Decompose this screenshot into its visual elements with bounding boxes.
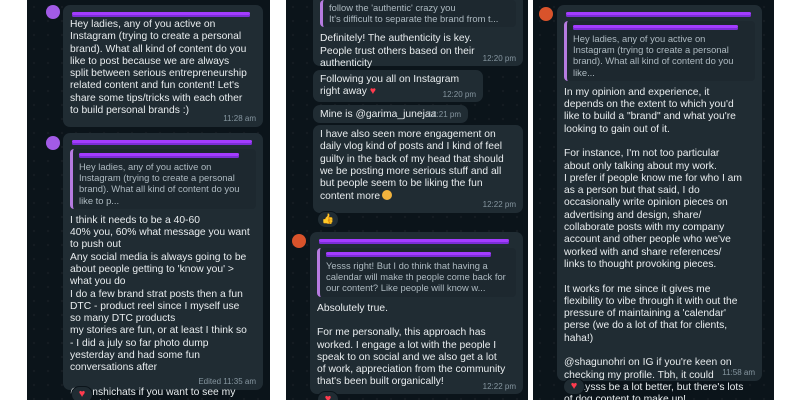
quoted-text: Hey ladies, any of you active on Instagr… — [79, 161, 240, 206]
quoted-reply[interactable]: Hey ladies, any of you active on Instagr… — [70, 149, 256, 209]
message-bubble[interactable]: Mine is @garima_junejaa 12:21 pm — [313, 105, 468, 123]
sender-avatar[interactable] — [46, 5, 60, 19]
message-text: Absolutely true. For me personally, this… — [317, 302, 506, 388]
message-bubble[interactable]: Hey ladies, any of you active on Instagr… — [63, 5, 263, 127]
redacted-sender-name — [70, 137, 256, 147]
redacted-quoted-name — [79, 151, 250, 159]
message-bubble[interactable]: Yesss right! But I do think that having … — [310, 232, 523, 394]
message-text: Definitely! The authenticity is key. Peo… — [320, 33, 475, 69]
message-time: 11:28 am — [223, 114, 256, 123]
message-bubble[interactable]: follow the 'authentic' crazy you It's di… — [313, 0, 523, 69]
message-time: 12:20 pm — [442, 90, 476, 99]
heart-reaction[interactable]: ♥ — [71, 386, 93, 400]
redacted-quoted-name — [573, 23, 749, 31]
chat-panel-1: Hey ladies, any of you active on Instagr… — [27, 0, 270, 400]
message-text: I think it needs to be a 40-60 40% you, … — [70, 214, 250, 400]
thumbs-up-icon: 👍 — [321, 214, 335, 225]
heart-reaction[interactable]: ♥ — [317, 391, 339, 400]
message-text: In my opinion and experience, it depends… — [564, 86, 744, 400]
sender-avatar[interactable] — [539, 7, 553, 21]
redacted-quoted-name — [326, 250, 510, 258]
heart-icon: ♥ — [324, 393, 332, 400]
quoted-reply[interactable]: follow the 'authentic' crazy you It's di… — [320, 0, 516, 28]
chat-panel-2: follow the 'authentic' crazy you It's di… — [286, 0, 528, 400]
message-bubble[interactable]: Hey ladies, any of you active on Instagr… — [63, 133, 263, 400]
message-text: Hey ladies, any of you active on Instagr… — [70, 19, 247, 117]
quoted-reply[interactable]: Hey ladies, any of you active on Instagr… — [564, 21, 755, 81]
message-bubble[interactable]: Following you all on Instagram right awa… — [313, 70, 483, 102]
redacted-sender-name — [564, 9, 755, 19]
red-heart-icon: ♥ — [369, 86, 376, 98]
person-shrugging-icon — [382, 190, 393, 201]
message-time: 12:20 pm — [482, 54, 516, 63]
message-time: 12:22 pm — [482, 200, 516, 209]
quoted-text: Yesss right! But I do think that having … — [326, 260, 506, 294]
message-time: 12:21 pm — [427, 110, 461, 119]
message-bubble[interactable]: Hey ladies, any of you active on Instagr… — [557, 5, 762, 400]
redacted-sender-name — [317, 236, 516, 246]
quoted-text: follow the 'authentic' crazy you It's di… — [329, 2, 499, 25]
heart-reaction[interactable]: ♥ — [563, 378, 585, 395]
sender-avatar[interactable] — [292, 234, 306, 248]
message-time: 11:58 am — [722, 368, 755, 377]
quoted-text: Hey ladies, any of you active on Instagr… — [573, 33, 734, 78]
message-text: I have also seen more engagement on dail… — [320, 129, 504, 203]
quoted-reply[interactable]: Yesss right! But I do think that having … — [317, 248, 516, 297]
message-time: Edited 11:35 am — [198, 377, 256, 386]
heart-icon: ♥ — [78, 388, 86, 400]
sender-avatar[interactable] — [46, 136, 60, 150]
thumbs-up-reaction[interactable]: 👍 — [317, 211, 339, 228]
redacted-sender-name — [70, 9, 256, 19]
chat-panel-3: Hey ladies, any of you active on Instagr… — [533, 0, 774, 400]
heart-icon: ♥ — [570, 380, 578, 392]
message-bubble[interactable]: I have also seen more engagement on dail… — [313, 125, 523, 213]
message-time: 12:22 pm — [482, 382, 516, 391]
